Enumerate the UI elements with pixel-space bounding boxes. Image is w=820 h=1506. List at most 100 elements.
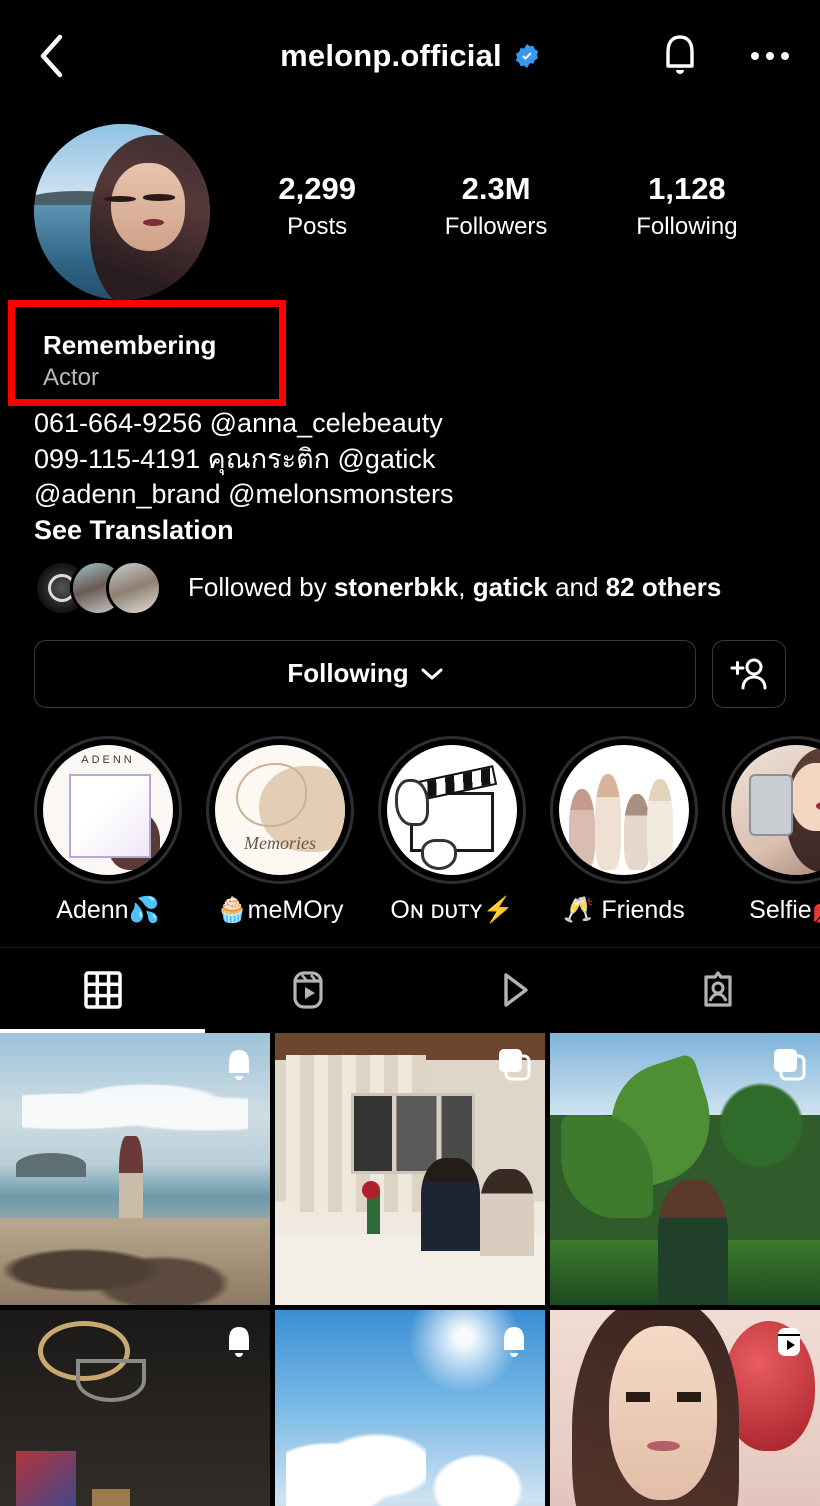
avatar[interactable] xyxy=(34,124,210,300)
followed-by-name-2[interactable]: gatick xyxy=(473,572,548,602)
profile-summary: 2,299 Posts 2.3M Followers 1,128 Followi… xyxy=(0,112,820,300)
carousel-icon xyxy=(772,1047,806,1086)
profile-tabs xyxy=(0,946,820,1033)
wall-art xyxy=(16,1451,76,1506)
app-header: melonp.official xyxy=(0,0,820,112)
clapper-hand-top xyxy=(394,778,429,826)
highlight-label: Selfie💋 xyxy=(749,895,820,924)
seated-woman xyxy=(480,1168,535,1256)
instagram-profile-screen: melonp.official 2,299 Posts 2.3M Followe… xyxy=(0,0,820,1506)
grid-cell-3[interactable] xyxy=(550,1032,820,1305)
highlight-ring: Adenn xyxy=(34,735,182,884)
add-user-button[interactable] xyxy=(712,639,786,708)
tab-reels[interactable] xyxy=(205,948,410,1033)
tab-video[interactable] xyxy=(410,948,615,1033)
chevron-left-icon xyxy=(40,34,63,78)
highlight-cover-friends xyxy=(559,744,689,875)
grid-cell-5[interactable] xyxy=(275,1309,545,1506)
friends-figure xyxy=(647,778,674,870)
carousel-icon xyxy=(497,1047,531,1086)
cloud-cluster xyxy=(415,1440,540,1506)
highlight-ring xyxy=(550,735,698,884)
highlight-memory[interactable]: Memories 🧁meMOry xyxy=(206,735,354,925)
mutual-followers-avatars xyxy=(34,559,166,616)
reels-icon xyxy=(292,971,323,1010)
adenn-signature: Adenn xyxy=(92,799,136,819)
highlight-label: Adenn💦 xyxy=(56,895,160,924)
reels-icon xyxy=(772,1324,806,1365)
highlight-cover-adenn: Adenn xyxy=(43,744,173,875)
chevron-down-icon xyxy=(421,668,443,680)
followed-by-row[interactable]: Followed by stonerbkk, gatick and 82 oth… xyxy=(0,546,820,616)
header-actions xyxy=(658,32,792,80)
beach-clouds xyxy=(21,1081,249,1131)
jungle-model xyxy=(658,1179,729,1305)
back-button[interactable] xyxy=(28,33,74,79)
following-button-label: Following xyxy=(287,658,409,689)
cloud-cluster xyxy=(285,1424,427,1506)
category-label: Actor xyxy=(34,341,91,369)
bell-icon xyxy=(222,1047,256,1090)
portrait-eyes xyxy=(625,1391,702,1403)
seated-man xyxy=(420,1158,481,1251)
tagged-person-icon xyxy=(703,971,732,1008)
notification-bell-button[interactable] xyxy=(658,32,702,80)
bio-line-4: @adenn_brand @melonsmonsters xyxy=(34,479,454,510)
grid-cell-1[interactable] xyxy=(0,1032,270,1305)
stat-followers[interactable]: 2.3M Followers xyxy=(445,170,548,245)
portrait-lips xyxy=(647,1440,680,1452)
followed-by-text: Followed by stonerbkk, gatick and 82 oth… xyxy=(188,572,721,603)
wooden-stand xyxy=(91,1489,130,1506)
bell-icon xyxy=(497,1324,531,1367)
more-dot xyxy=(766,52,774,60)
more-options-button[interactable] xyxy=(748,41,792,71)
followers-label: Followers xyxy=(444,212,548,240)
tab-tagged[interactable] xyxy=(615,948,820,1033)
rose-vase xyxy=(361,1180,381,1235)
play-triangle-icon xyxy=(503,973,528,1008)
followers-count: 2.3M xyxy=(461,171,531,206)
adenn-flowers xyxy=(61,783,106,842)
mutual-avatar xyxy=(106,559,162,616)
friends-figure xyxy=(624,794,650,870)
memories-text: Memories xyxy=(244,833,316,854)
tab-grid[interactable] xyxy=(0,948,205,1033)
clapper-hand-bottom xyxy=(420,838,458,870)
highlight-cover-memory: Memories xyxy=(215,744,345,875)
see-translation-link[interactable]: See Translation xyxy=(34,515,786,546)
story-highlights: Adenn Adenn💦 Memories 🧁meMOry xyxy=(0,708,820,925)
highlight-label: 🧁meMOry xyxy=(216,895,344,924)
page-title: melonp.official xyxy=(280,38,502,73)
bio-line-1: 🌈 christian ✝ xyxy=(34,372,206,403)
stat-posts[interactable]: 2,299 Posts xyxy=(278,170,356,245)
friends-figure xyxy=(569,789,596,870)
grid-icon xyxy=(83,971,122,1010)
profile-actions: Following xyxy=(0,616,820,708)
metal-lamp xyxy=(75,1358,146,1403)
portrait-face xyxy=(609,1326,718,1501)
highlight-cover-selfie xyxy=(731,744,820,875)
verified-badge-icon xyxy=(515,43,538,69)
highlight-on-duty[interactable]: Oɴ ᴅᴜᴛʏ⚡ xyxy=(378,735,526,925)
grid-cell-2[interactable] xyxy=(275,1032,545,1305)
stat-following[interactable]: 1,128 Following xyxy=(636,170,737,245)
posts-count: 2,299 xyxy=(278,171,356,206)
bio-line-2: 061-664-9256 @anna_celebeauty xyxy=(34,408,443,439)
avatar-eye xyxy=(143,194,175,201)
highlight-adenn[interactable]: Adenn Adenn💦 xyxy=(34,735,182,925)
highlight-ring: Memories xyxy=(206,735,354,884)
highlight-label: Oɴ ᴅᴜᴛʏ⚡ xyxy=(390,895,514,924)
grid-cell-4[interactable] xyxy=(0,1309,270,1506)
highlight-selfie[interactable]: Selfie💋 xyxy=(722,735,820,925)
grid-cell-6[interactable] xyxy=(550,1309,820,1506)
followed-by-name-1[interactable]: stonerbkk xyxy=(334,572,458,602)
following-button[interactable]: Following xyxy=(34,639,696,708)
adenn-model xyxy=(108,809,160,870)
followed-by-separator: , xyxy=(458,572,473,603)
friends-figure xyxy=(595,773,622,870)
highlight-friends[interactable]: 🥂 Friends xyxy=(550,735,698,925)
selfie-phone xyxy=(749,773,794,836)
followed-by-others[interactable]: 82 others xyxy=(606,572,722,602)
highlight-ring xyxy=(378,735,526,884)
highlight-ring xyxy=(722,735,820,884)
